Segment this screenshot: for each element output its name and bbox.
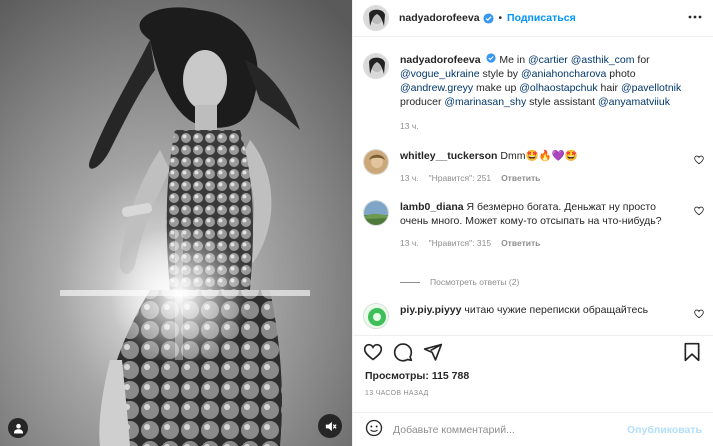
reply-button[interactable]: Ответить	[501, 173, 540, 184]
post-photo	[0, 0, 352, 446]
mute-button[interactable]	[318, 414, 342, 438]
caption-text-part: photo	[606, 68, 636, 80]
comment-likes[interactable]: "Нравится": 251	[429, 173, 491, 184]
reply-button[interactable]: Ответить	[501, 238, 540, 249]
avatar-image	[364, 54, 388, 78]
comment-time[interactable]: 13 ч.	[400, 238, 419, 249]
post-header: nadyadorofeeva • Подписаться	[353, 0, 713, 37]
publish-button[interactable]: Опубликовать	[627, 424, 702, 436]
caption-text-part: hair	[597, 82, 621, 94]
mention-link[interactable]: @andrew.greyy	[400, 82, 473, 94]
mention-link[interactable]: @aniahoncharova	[521, 68, 606, 80]
avatar-image	[364, 201, 388, 225]
dot-separator: •	[498, 12, 503, 24]
heart-icon	[694, 206, 704, 216]
caption-time[interactable]: 13 ч.	[400, 121, 419, 132]
verified-icon	[482, 12, 494, 24]
post-timestamp[interactable]: 13 ЧАСОВ НАЗАД	[365, 390, 429, 397]
caption-text-part: producer	[400, 96, 445, 108]
more-options-button[interactable]	[688, 10, 702, 27]
like-comment-button[interactable]	[694, 206, 704, 219]
comment-button[interactable]	[393, 342, 413, 365]
header-username[interactable]: nadyadorofeeva	[399, 12, 480, 24]
comment-likes[interactable]: "Нравится": 315	[429, 238, 491, 249]
mention-link[interactable]: @asthik_com	[571, 54, 635, 66]
comment-username[interactable]: lamb0_diana	[400, 201, 464, 213]
avatar-image	[364, 6, 388, 30]
comments-list[interactable]: nadyadorofeeva Me in @cartier @asthik_co…	[353, 37, 713, 335]
heart-icon	[694, 155, 704, 165]
heart-icon	[363, 343, 383, 361]
view-replies-label: Посмотреть ответы (2)	[430, 277, 520, 287]
avatar-image	[364, 304, 388, 328]
user-tag-button[interactable]	[8, 418, 28, 438]
mention-link[interactable]: @vogue_ukraine	[400, 68, 480, 80]
save-button[interactable]	[682, 342, 702, 365]
avatar[interactable]	[363, 5, 389, 31]
comment-username[interactable]: whitley__tuckerson	[400, 150, 497, 162]
bookmark-icon	[684, 342, 700, 362]
caption-text-part: style by	[479, 68, 521, 80]
replies-divider	[400, 281, 420, 283]
emoji-button[interactable]	[365, 419, 383, 440]
heart-icon	[694, 309, 704, 319]
avatar[interactable]	[363, 200, 389, 226]
avatar-image	[364, 150, 388, 174]
caption-username[interactable]: nadyadorofeeva	[400, 54, 481, 66]
caption-text-part: Me in	[499, 54, 528, 66]
caption-text-part: style assistant	[526, 96, 599, 108]
user-tag-icon	[13, 423, 23, 434]
mention-link[interactable]: @olhaostapchuk	[519, 82, 597, 94]
comment-text: Dmm🤩🔥💜🤩	[500, 150, 578, 162]
mute-icon	[325, 421, 337, 431]
caption-text-part: for	[634, 54, 650, 66]
comment-body: whitley__tuckerson Dmm🤩🔥💜🤩 13 ч. "Нравит…	[400, 149, 684, 184]
like-comment-button[interactable]	[694, 309, 704, 322]
like-comment-button[interactable]	[694, 155, 704, 168]
add-comment-bar: Опубликовать	[353, 412, 713, 446]
comment-body: piy.piy.piyyy читаю чужие переписки обра…	[400, 303, 684, 317]
emoji-icon	[365, 419, 383, 437]
mention-link[interactable]: @cartier	[528, 54, 568, 66]
comment-time[interactable]: 13 ч.	[400, 173, 419, 184]
share-icon	[423, 343, 443, 361]
post-media[interactable]	[0, 0, 352, 446]
more-icon	[688, 15, 702, 19]
views-number: 115 788	[431, 370, 470, 382]
post-panel: nadyadorofeeva • Подписаться nadyadorofe…	[352, 0, 713, 446]
caption-body: nadyadorofeeva Me in @cartier @asthik_co…	[400, 53, 684, 132]
comment-username[interactable]: piy.piy.piyyy	[400, 304, 461, 316]
comment-body: lamb0_diana Я безмерно богата. Деньжат н…	[400, 200, 684, 249]
comment-icon	[393, 343, 413, 362]
avatar[interactable]	[363, 149, 389, 175]
mention-link[interactable]: @pavellotnik	[621, 82, 681, 94]
views-count[interactable]: Просмотры: 115 788	[365, 370, 469, 382]
follow-button[interactable]: Подписаться	[507, 12, 576, 24]
mention-link[interactable]: @marinasan_shy	[444, 96, 526, 108]
view-replies-button[interactable]: Посмотреть ответы (2)	[400, 277, 519, 287]
avatar[interactable]	[363, 53, 389, 79]
share-button[interactable]	[423, 342, 443, 365]
comment-text: читаю чужие переписки обращайтесь	[464, 304, 649, 316]
verified-icon	[486, 53, 497, 63]
like-button[interactable]	[363, 342, 383, 365]
mention-link[interactable]: @anyamatviiuk	[598, 96, 670, 108]
comment-input[interactable]	[393, 423, 613, 436]
caption-text-part: make up	[473, 82, 520, 94]
avatar[interactable]	[363, 303, 389, 329]
views-label: Просмотры:	[365, 370, 429, 382]
